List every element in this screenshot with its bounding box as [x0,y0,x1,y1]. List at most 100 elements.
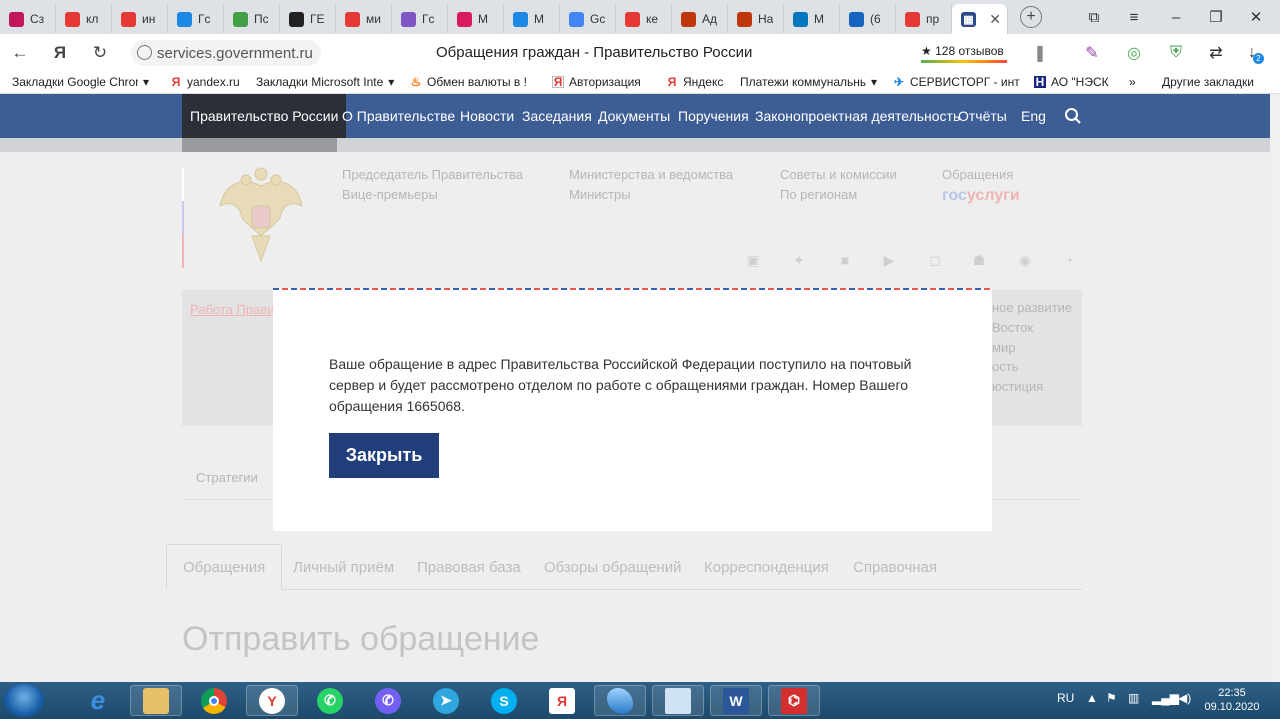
bookmark-item[interactable]: Я Яндекс [666,75,724,89]
close-tab-icon[interactable]: ✕ [989,11,1001,28]
topic-fragment[interactable]: мир [992,340,1015,355]
menu-icon[interactable]: ≡ [1114,0,1154,34]
browser-tab[interactable]: М [448,5,504,33]
whatsapp-icon[interactable]: ✆ [304,685,356,716]
new-tab-button[interactable]: + [1020,6,1042,28]
volume-icon[interactable]: ◀) [1178,691,1191,705]
network-icon[interactable]: ▂▄▆ [1152,691,1179,705]
language-indicator[interactable]: RU [1057,691,1074,705]
file-explorer-icon[interactable] [130,685,182,716]
extension-circle-icon[interactable]: ◎ [1124,43,1144,63]
nav-legislation[interactable]: Законопроектная деятельность [755,94,960,138]
tab-personal-reception[interactable]: Личный приём [293,544,394,590]
vk-icon[interactable]: ■ [836,252,854,268]
bookmark-item[interactable]: ♨ Обмен валюты в ! [410,75,527,89]
bookmark-icon[interactable]: ❚ [1030,43,1050,63]
clock[interactable]: 22:35 09.10.2020 [1200,686,1264,714]
topic-fragment[interactable]: ное развитие [992,300,1072,315]
nav-orders[interactable]: Поручения [678,94,749,138]
download-icon[interactable]: ↓ 2 [1246,43,1266,64]
link-appeals[interactable]: Обращения [942,167,1013,182]
other-bookmarks[interactable]: Другие закладки [1162,75,1254,89]
youtube-icon[interactable]: ▶ [880,252,898,268]
yandex-icon[interactable]: Я [536,685,588,716]
link-councils[interactable]: Советы и комиссии [780,167,897,182]
bookmark-folder[interactable]: Закладки Microsoft Inte ▾ [256,75,394,89]
back-button[interactable]: ← [0,34,40,72]
tab-correspondence[interactable]: Корреспонденция [704,544,829,590]
bookmark-item[interactable]: Яyandex.ru [170,75,240,89]
browser-tab[interactable]: пр [896,5,952,33]
disk-app-icon[interactable] [594,685,646,716]
browser-tab[interactable]: Гс [392,5,448,33]
bookmark-folder[interactable]: Платежи коммунальны ▾ [740,75,877,89]
search-icon[interactable] [1064,94,1082,138]
telegram-icon[interactable]: ➤ [420,685,472,716]
topic-fragment[interactable]: юстиция [992,379,1043,394]
tab-reference[interactable]: Справочная [853,544,937,590]
link-government-work[interactable]: Работа Прави [190,302,274,317]
reviews-badge[interactable]: ★ 128 отзывов [921,41,1007,63]
link-regions[interactable]: По регионам [780,187,857,202]
browser-tab[interactable]: ГЕ [280,5,336,33]
topic-fragment[interactable]: ость [992,359,1018,374]
topic-fragment[interactable]: Восток [992,320,1033,335]
image-viewer-icon[interactable] [652,685,704,716]
tab-manager-icon[interactable]: ⧉ [1074,0,1114,34]
nav-english[interactable]: Eng [1021,94,1046,138]
bookmark-item[interactable]: Н АО "НЭСК [1034,75,1109,89]
browser-tab[interactable]: ке [616,5,672,33]
browser-tab[interactable]: Gc [560,5,616,33]
start-button[interactable] [4,684,44,717]
nav-news[interactable]: Новости [460,94,514,138]
browser-tab[interactable]: (6 [840,5,896,33]
community-icon[interactable]: ☗ [970,252,988,268]
device-icon[interactable]: ▥ [1128,691,1139,705]
link-vice-premiers[interactable]: Вице-премьеры [342,187,438,202]
nav-meetings[interactable]: Заседания [522,94,592,138]
tab-legal-base[interactable]: Правовая база [417,544,521,590]
browser-tab[interactable]: Ад [672,5,728,33]
eye-icon[interactable]: ◉ [1016,252,1034,268]
browser-tab[interactable]: На [728,5,784,33]
pdf-reader-icon[interactable]: ⌬ [768,685,820,716]
browser-tab[interactable]: ин [112,5,168,33]
browser-tab[interactable]: М [504,5,560,33]
yandex-browser-icon[interactable]: Y [246,685,298,716]
reload-button[interactable]: ↻ [80,34,120,72]
skype-icon[interactable]: S [478,685,530,716]
rss-icon[interactable]: ◔ [1060,252,1078,268]
gosuslugi-logo[interactable]: госуслуги [942,187,1020,205]
shield-icon[interactable]: ⛨ [1166,43,1186,63]
instagram-icon[interactable]: ◻ [926,252,944,268]
browser-tab[interactable]: кл [56,5,112,33]
bookmarks-overflow[interactable]: » [1129,75,1136,89]
pen-icon[interactable]: ✎ [1082,43,1102,63]
link-strategies[interactable]: Стратегии [196,470,258,485]
browser-tab[interactable]: Сз [0,5,56,33]
browser-tab[interactable]: Пс [224,5,280,33]
active-tab[interactable]: ▦ ✕ [952,4,1008,34]
tray-expand-icon[interactable]: ▲ [1086,691,1098,705]
close-button[interactable]: Закрыть [329,433,439,478]
bookmark-item[interactable]: Я Авторизация [552,75,641,89]
scrollbar[interactable] [1270,94,1280,682]
flag-icon[interactable]: ⚑ [1106,691,1117,705]
internet-explorer-icon[interactable]: e [72,685,124,716]
minimize-window-button[interactable]: – [1156,0,1196,34]
tab-appeals[interactable]: Обращения [166,544,283,590]
nav-reports[interactable]: Отчёты [958,94,1007,138]
translate-icon[interactable]: ⇄ [1206,43,1226,63]
nav-documents[interactable]: Документы [598,94,670,138]
word-icon[interactable]: W [710,685,762,716]
bookmark-folder[interactable]: Закладки Google Chror ▾ [12,75,149,89]
tab-reviews[interactable]: Обзоры обращений [544,544,681,590]
nav-about[interactable]: О Правительстве [342,94,455,138]
nav-government[interactable]: Правительство России [182,94,347,138]
link-ministries[interactable]: Министерства и ведомства [569,167,733,182]
restore-window-button[interactable]: ❐ [1196,0,1236,34]
link-chairman[interactable]: Председатель Правительства [342,167,523,182]
browser-tab[interactable]: Гс [168,5,224,33]
browser-tab[interactable]: ми [336,5,392,33]
viber-icon[interactable]: ✆ [362,685,414,716]
